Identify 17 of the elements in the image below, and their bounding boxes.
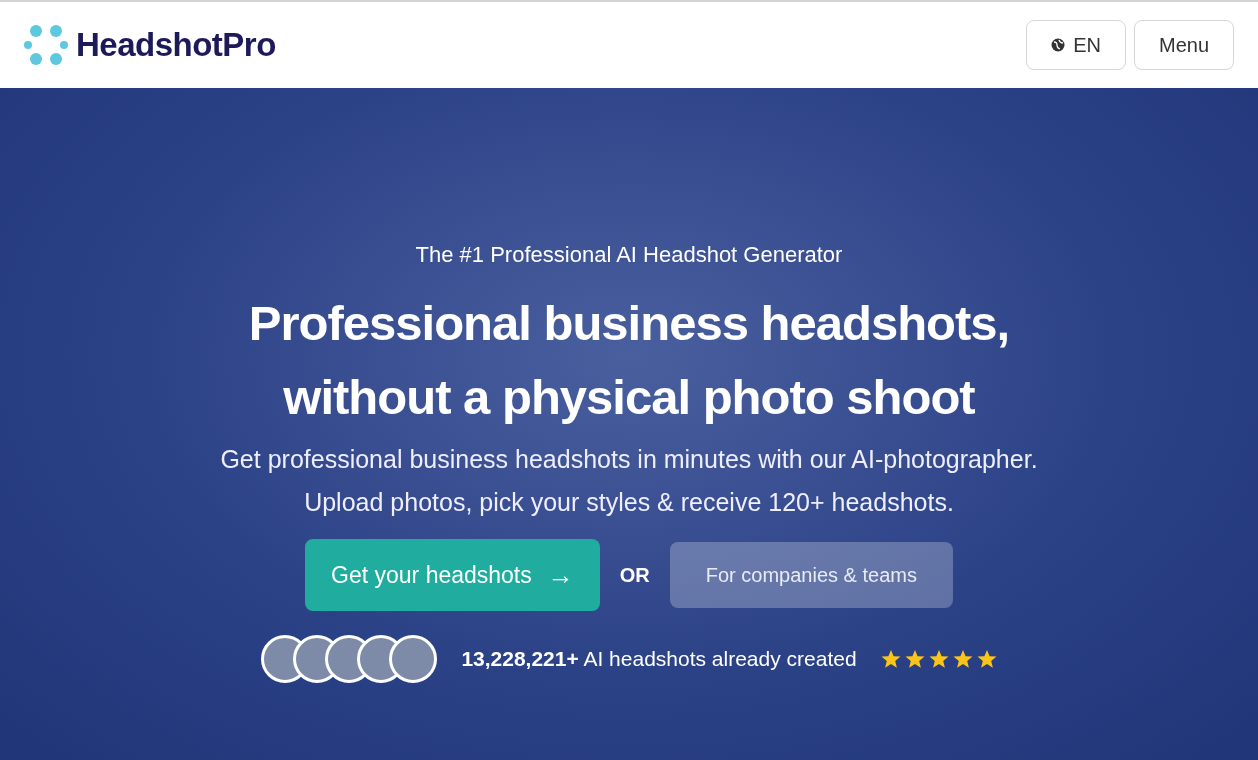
- menu-button[interactable]: Menu: [1133, 20, 1234, 70]
- eyebrow-text: The #1 Professional AI Headshot Generator: [415, 241, 843, 269]
- avatar-placeholder: [389, 635, 438, 683]
- or-separator: OR: [619, 563, 650, 588]
- star-icon: [904, 649, 925, 669]
- companies-button[interactable]: For companies & teams: [669, 542, 953, 608]
- headline: Professional business headshots, without a physical photo shoot: [248, 295, 1010, 426]
- language-button[interactable]: EN: [1026, 20, 1126, 70]
- star-icon: [952, 649, 973, 669]
- headshot-count-text: 13,228,221+ AI headshots already created: [461, 646, 857, 673]
- star-icon: [880, 649, 901, 669]
- brand-name[interactable]: HeadshotPro: [76, 20, 276, 70]
- star-icon: [928, 649, 949, 669]
- globe-icon: [1051, 38, 1066, 52]
- logo-icon: [24, 23, 68, 67]
- subtitle: Get professional business headshots in minutes with our AI-photographer. Upload photos, pick your styles & receive 120+ headshots.: [220, 444, 1038, 518]
- star-icon: [976, 649, 997, 669]
